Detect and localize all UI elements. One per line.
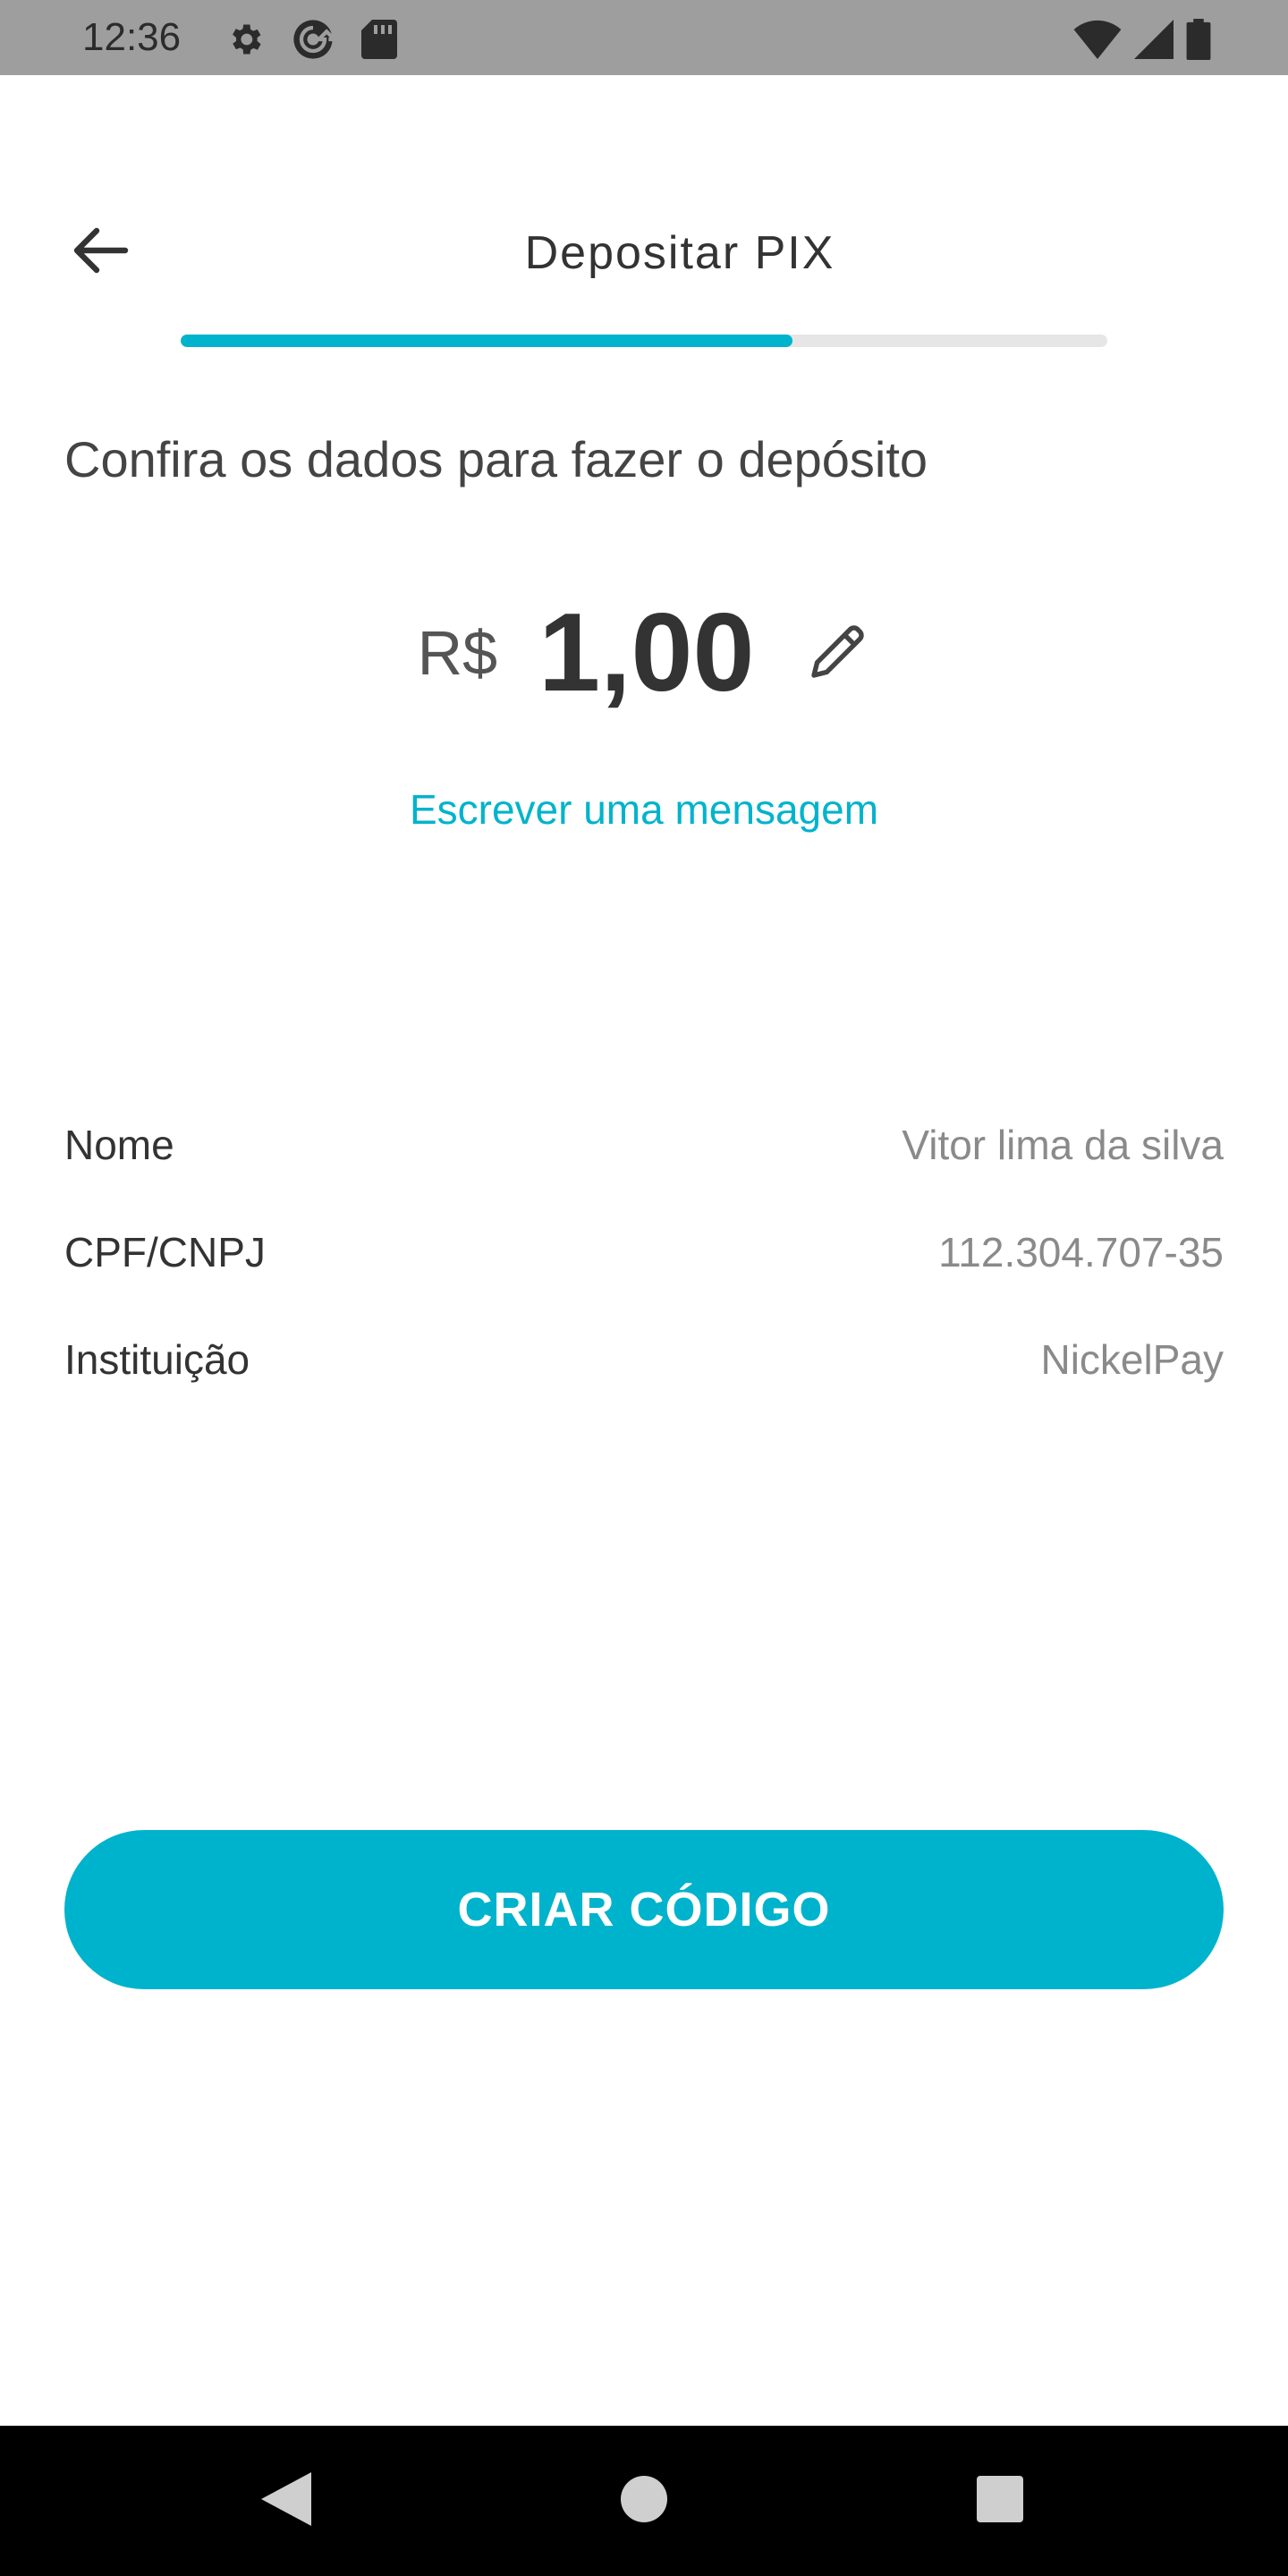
navigation-bar (0, 2426, 1288, 2576)
nav-home-button[interactable] (572, 2426, 716, 2576)
sd-card-icon (361, 20, 397, 59)
nav-recents-button[interactable] (928, 2426, 1072, 2576)
nav-back-button[interactable] (215, 2426, 358, 2576)
write-message-link[interactable]: Escrever uma mensagem (0, 778, 1288, 841)
edit-amount-button[interactable] (806, 619, 870, 688)
currency-label: R$ (417, 618, 498, 688)
amount-value: 1,00 (538, 591, 755, 715)
detail-label: Nome (64, 1122, 174, 1168)
amount-row: R$ 1,00 (0, 581, 1288, 724)
arrow-left-icon (72, 227, 129, 278)
detail-row-institution: Instituição NickelPay (64, 1327, 1224, 1392)
home-circle-icon (621, 2475, 667, 2527)
gear-icon (225, 20, 265, 59)
progress-track (181, 335, 1107, 347)
detail-row-name: Nome Vitor lima da silva (64, 1113, 1224, 1177)
battery-icon (1186, 19, 1211, 60)
status-bar: 12:36 (0, 0, 1288, 75)
sync-icon (290, 16, 336, 63)
detail-value: NickelPay (1040, 1336, 1224, 1383)
detail-label: CPF/CNPJ (64, 1229, 266, 1275)
screen: 12:36 Depositar PIX Confira os dados par… (0, 0, 1288, 2576)
subtitle: Confira os dados para fazer o depósito (64, 431, 928, 487)
details-list: Nome Vitor lima da silva CPF/CNPJ 112.30… (64, 1113, 1224, 1435)
page-title: Depositar PIX (524, 227, 835, 279)
progress-fill (181, 335, 792, 347)
detail-value: Vitor lima da silva (902, 1122, 1224, 1168)
create-code-button[interactable]: CRIAR CÓDIGO (64, 1830, 1224, 1989)
detail-value: 112.304.707-35 (938, 1229, 1224, 1275)
status-icons-right (1073, 18, 1211, 61)
status-time: 12:36 (82, 15, 182, 59)
pencil-icon (806, 619, 870, 688)
wifi-icon (1073, 20, 1122, 59)
back-triangle-icon (261, 2471, 311, 2530)
back-button[interactable] (64, 220, 136, 284)
recents-square-icon (977, 2475, 1023, 2527)
detail-row-cpf: CPF/CNPJ 112.304.707-35 (64, 1220, 1224, 1284)
detail-label: Instituição (64, 1336, 250, 1383)
status-icons-left (225, 18, 397, 61)
signal-icon (1134, 20, 1174, 59)
